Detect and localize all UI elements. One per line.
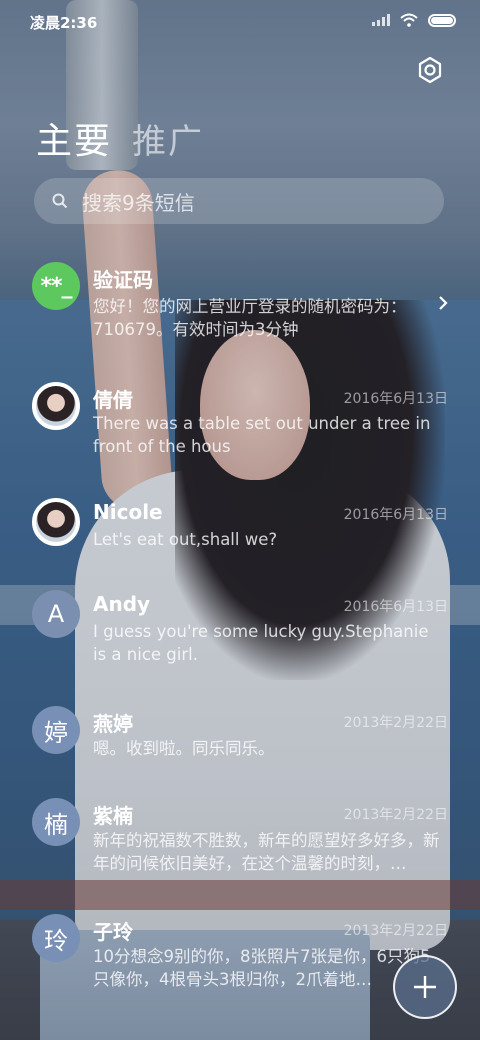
signal-icon — [372, 14, 390, 26]
contact-name: 燕婷 — [93, 712, 133, 736]
message-preview: 嗯。收到啦。同乐同乐。 — [93, 739, 275, 758]
wifi-icon — [400, 13, 418, 27]
search-placeholder: 搜索9条短信 — [82, 190, 195, 215]
message-date: 2013年2月22日 — [343, 715, 448, 731]
avatar — [32, 498, 80, 546]
tab-main[interactable]: 主要 — [36, 112, 112, 164]
message-date: 2016年6月13日 — [343, 507, 448, 523]
search-bar[interactable]: 搜索9条短信 — [34, 178, 444, 224]
message-preview: 10分想念9别的你，8张照片7张是你，6只狗5只像你，4根骨头3根归你，2爪着地… — [93, 947, 431, 989]
avatar: A — [32, 590, 80, 638]
contact-name: Andy — [93, 592, 151, 616]
avatar: 玲 — [32, 914, 80, 962]
message-date: 2013年2月22日 — [343, 807, 448, 823]
message-preview: 您好！您的网上营业厅登录的随机密码为：710679。有效时间为3分钟 — [93, 297, 407, 339]
contact-name: 倩倩 — [93, 388, 133, 412]
settings-icon[interactable] — [416, 56, 444, 84]
status-bar: 凌晨2:36 — [0, 0, 480, 40]
message-date: 2013年2月22日 — [343, 923, 448, 939]
battery-icon — [428, 13, 456, 27]
avatar: **_ — [32, 262, 80, 310]
contact-name: Nicole — [93, 500, 163, 524]
message-preview: There was a table set out under a tree i… — [93, 414, 431, 456]
avatar: 楠 — [32, 798, 80, 846]
plus-icon — [414, 976, 436, 998]
status-time: 凌晨2:36 — [30, 14, 98, 32]
search-icon — [52, 193, 68, 209]
tab-bar: 主要 推广 — [36, 112, 204, 164]
contact-name: 验证码 — [93, 268, 153, 292]
new-message-button[interactable] — [393, 955, 457, 1019]
tab-promo[interactable]: 推广 — [132, 114, 204, 163]
avatar: 婷 — [32, 706, 80, 754]
chevron-right-icon[interactable] — [436, 294, 450, 312]
avatar — [32, 382, 80, 430]
message-preview: I guess you're some lucky guy.Stephanie … — [93, 622, 429, 664]
contact-name: 紫楠 — [93, 804, 133, 828]
message-date: 2016年6月13日 — [343, 599, 448, 615]
message-date: 2016年6月13日 — [343, 391, 448, 407]
message-preview: 新年的祝福数不胜数，新年的愿望好多好多，新年的问候依旧美好，在这个温馨的时刻，… — [93, 831, 440, 873]
message-preview: Let's eat out,shall we? — [93, 530, 278, 549]
contact-name: 子玲 — [93, 920, 133, 944]
